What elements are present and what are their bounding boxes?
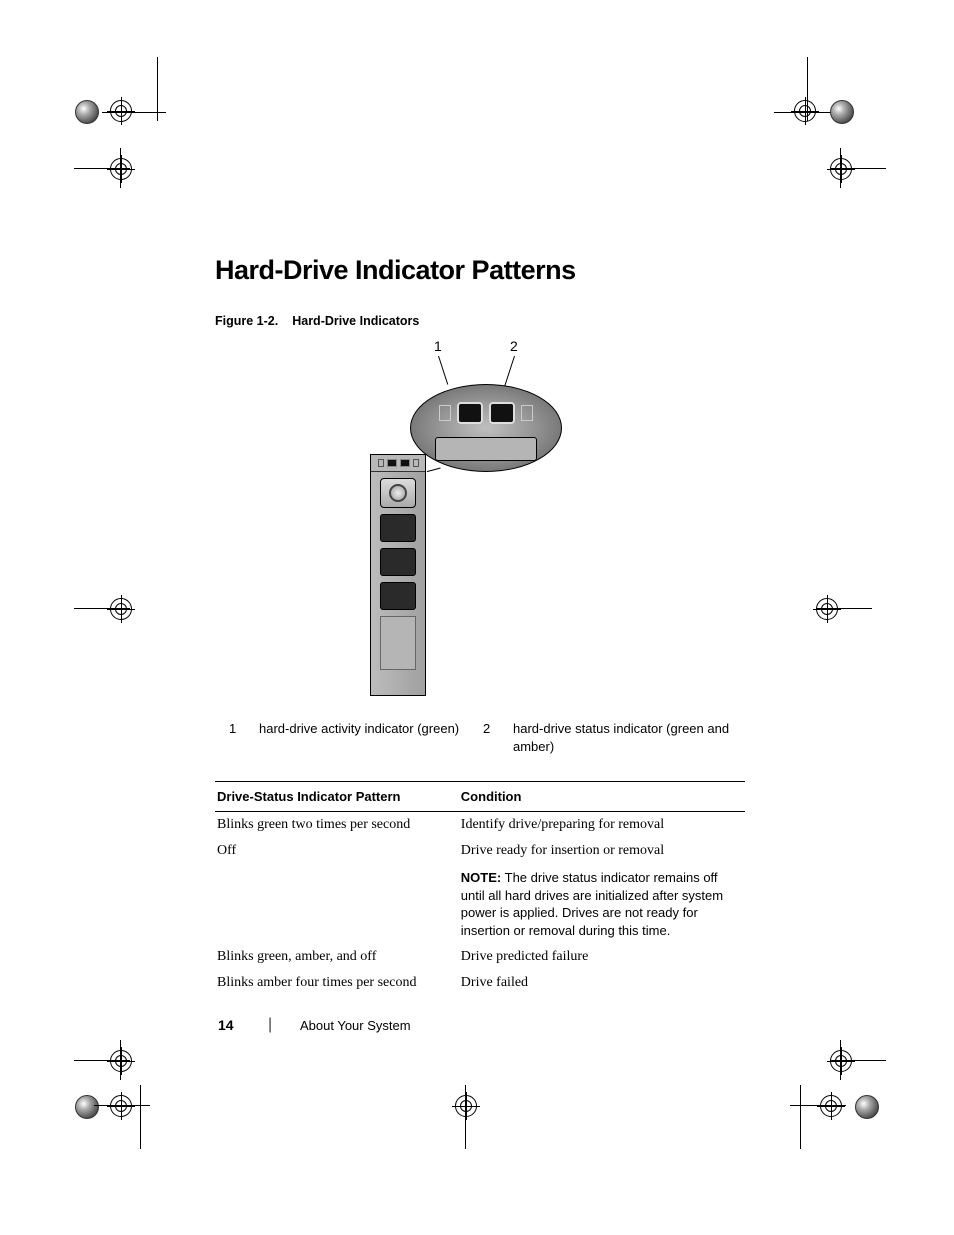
figure-legend: 1 hard-drive activity indicator (green) … xyxy=(229,720,731,755)
figure-caption: Figure 1-2. Hard-Drive Indicators xyxy=(215,314,745,328)
table-row: Blinks amber four times per second Drive… xyxy=(215,970,745,996)
legend-text: hard-drive status indicator (green and a… xyxy=(513,720,731,755)
status-table: Drive-Status Indicator Pattern Condition… xyxy=(215,781,745,996)
indicator-zoom-illustration xyxy=(410,384,562,472)
cell-condition: Drive failed xyxy=(459,970,745,996)
page-separator-icon: | xyxy=(268,1016,272,1034)
note-label: NOTE: xyxy=(461,870,501,885)
callout-number-2: 2 xyxy=(510,338,518,354)
cell-condition: Identify drive/preparing for removal xyxy=(459,812,745,839)
callout-number-1: 1 xyxy=(434,338,442,354)
table-header-condition: Condition xyxy=(459,782,745,812)
section-heading: Hard-Drive Indicator Patterns xyxy=(215,255,745,286)
cell-pattern: Blinks green, amber, and off xyxy=(215,944,459,970)
table-row: Off Drive ready for insertion or removal xyxy=(215,838,745,864)
note-body: The drive status indicator remains off u… xyxy=(461,870,723,938)
cell-condition: Drive predicted failure xyxy=(459,944,745,970)
table-header-pattern: Drive-Status Indicator Pattern xyxy=(215,782,459,812)
cell-pattern: Blinks green two times per second xyxy=(215,812,459,839)
cell-condition: Drive ready for insertion or removal xyxy=(459,838,745,864)
activity-led-icon xyxy=(457,402,483,424)
cell-pattern: Off xyxy=(215,838,459,864)
cell-pattern: Blinks amber four times per second xyxy=(215,970,459,996)
table-row: Blinks green two times per second Identi… xyxy=(215,812,745,839)
legend-number: 2 xyxy=(483,720,507,755)
table-row: Blinks green, amber, and off Drive predi… xyxy=(215,944,745,970)
figure-title: Hard-Drive Indicators xyxy=(292,314,419,328)
drive-carrier-illustration xyxy=(370,454,426,696)
legend-text: hard-drive activity indicator (green) xyxy=(259,720,477,755)
status-led-icon xyxy=(489,402,515,424)
page-number: 14 xyxy=(218,1017,234,1033)
note-block: NOTE: The drive status indicator remains… xyxy=(461,869,735,939)
figure-label: Figure 1-2. xyxy=(215,314,278,328)
page-section: About Your System xyxy=(300,1018,411,1033)
figure: 1 2 xyxy=(215,344,745,704)
legend-number: 1 xyxy=(229,720,253,755)
table-row: NOTE: The drive status indicator remains… xyxy=(215,864,745,944)
